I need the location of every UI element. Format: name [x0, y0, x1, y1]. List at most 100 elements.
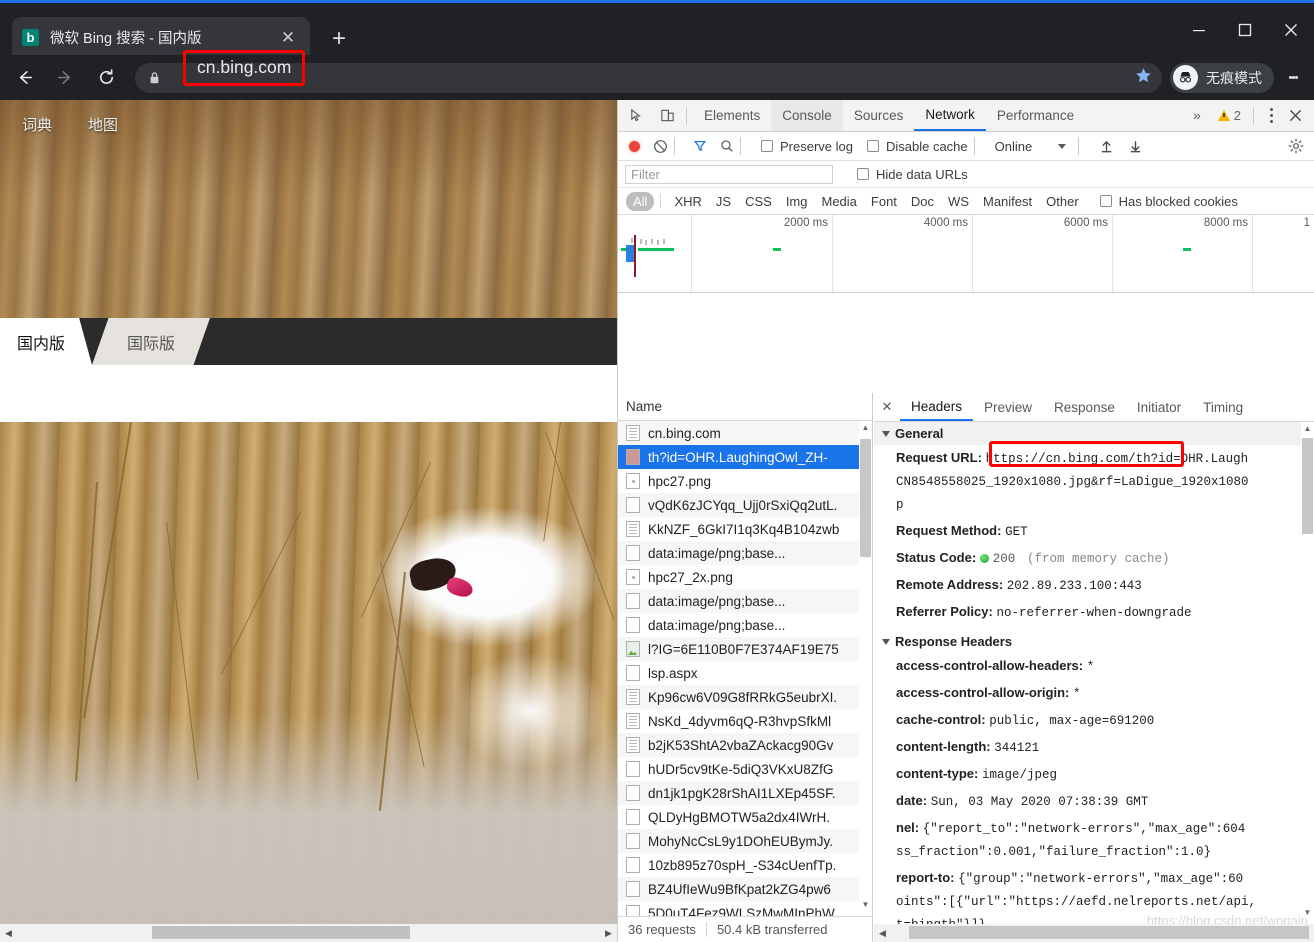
request-list-header[interactable]: Name: [618, 393, 872, 421]
table-row[interactable]: cn.bing.com: [618, 421, 872, 445]
device-toolbar-icon[interactable]: [654, 103, 680, 129]
table-row[interactable]: data:image/png;base...: [618, 613, 872, 637]
detail-horizontal-scrollbar[interactable]: ◀ ▶: [874, 924, 1314, 942]
type-filter-img[interactable]: Img: [779, 192, 815, 211]
scroll-left-arrow-icon[interactable]: ◀: [874, 924, 891, 942]
table-row[interactable]: b2jK53ShtA2vbaZAckacg90Gv: [618, 733, 872, 757]
table-row[interactable]: hpc27.png: [618, 469, 872, 493]
page-horizontal-scrollbar[interactable]: ◀ ▶: [0, 924, 617, 942]
more-panels-icon[interactable]: »: [1182, 100, 1212, 131]
type-filter-css[interactable]: CSS: [738, 192, 779, 211]
warning-count-badge[interactable]: 2: [1217, 108, 1241, 123]
scrollbar-thumb[interactable]: [1302, 438, 1313, 534]
tab-performance[interactable]: Performance: [986, 100, 1085, 131]
chevron-down-icon[interactable]: [1058, 143, 1067, 149]
table-row[interactable]: hpc27_2x.png: [618, 565, 872, 589]
type-filter-xhr[interactable]: XHR: [667, 192, 708, 211]
tab-headers[interactable]: Headers: [900, 393, 974, 421]
scroll-right-arrow-icon[interactable]: ▶: [600, 924, 617, 942]
filter-input[interactable]: Filter: [625, 164, 833, 184]
scroll-up-arrow-icon[interactable]: ▲: [1302, 424, 1313, 438]
clear-network-icon[interactable]: [653, 139, 668, 154]
response-headers-section-header[interactable]: Response Headers: [874, 630, 1314, 653]
checkbox-box[interactable]: [857, 168, 869, 180]
maximize-window-icon[interactable]: [1222, 6, 1268, 54]
record-stop-icon[interactable]: [629, 140, 640, 152]
close-devtools-icon[interactable]: [1282, 103, 1308, 129]
minimize-window-icon[interactable]: [1176, 6, 1222, 54]
tab-international-edition[interactable]: 国际版: [92, 318, 210, 365]
tab-network[interactable]: Network: [914, 100, 986, 131]
hero-nav-item-dictionary[interactable]: 词典: [22, 114, 52, 135]
funnel-filter-icon[interactable]: [693, 139, 707, 153]
incognito-indicator[interactable]: 无痕模式: [1170, 62, 1274, 93]
table-row[interactable]: 5D0uT4Fez9WLSzMwMInPhW: [618, 901, 872, 916]
table-row[interactable]: lsp.aspx: [618, 661, 872, 685]
network-throttling-select[interactable]: Online: [995, 139, 1067, 154]
network-overview-timeline[interactable]: 2000 ms 4000 ms 6000 ms 8000 ms 1: [618, 215, 1314, 293]
chevron-down-icon[interactable]: [882, 430, 890, 437]
table-row[interactable]: Kp96cw6V09G8fRRkG5eubrXI.: [618, 685, 872, 709]
checkbox-box[interactable]: [866, 140, 879, 152]
tab-initiator[interactable]: Initiator: [1126, 393, 1192, 421]
type-filter-media[interactable]: Media: [814, 192, 863, 211]
chevron-down-icon[interactable]: [882, 638, 890, 645]
type-filter-manifest[interactable]: Manifest: [976, 192, 1039, 211]
table-row[interactable]: vQdK6zJCYqq_Ujj0rSxiQq2utL.: [618, 493, 872, 517]
hero-nav-item-maps[interactable]: 地图: [88, 114, 118, 135]
tab-domestic-edition[interactable]: 国内版: [0, 318, 92, 365]
type-filter-font[interactable]: Font: [864, 192, 904, 211]
disable-cache-checkbox[interactable]: Disable cache: [866, 139, 968, 154]
scrollbar-thumb[interactable]: [909, 926, 1309, 939]
forward-button-icon[interactable]: [48, 61, 82, 95]
scroll-down-arrow-icon[interactable]: ▼: [860, 900, 871, 914]
table-row[interactable]: MohyNcCsL9y1DOhEUBymJy.: [618, 829, 872, 853]
address-bar[interactable]: cn.bing.com: [135, 49, 1162, 93]
search-icon[interactable]: [720, 139, 734, 153]
tab-preview[interactable]: Preview: [973, 393, 1043, 421]
table-row-selected[interactable]: th?id=OHR.LaughingOwl_ZH-: [618, 445, 872, 469]
chrome-menu-icon[interactable]: [1278, 75, 1308, 81]
type-filter-js[interactable]: JS: [709, 192, 738, 211]
scroll-up-arrow-icon[interactable]: ▲: [860, 423, 871, 437]
scrollbar-thumb[interactable]: [860, 439, 871, 557]
type-filter-other[interactable]: Other: [1039, 192, 1086, 211]
table-row[interactable]: data:image/png;base...: [618, 541, 872, 565]
bookmark-star-icon[interactable]: [1135, 67, 1152, 89]
new-tab-button[interactable]: +: [325, 26, 353, 54]
inspect-element-icon[interactable]: [623, 103, 649, 129]
reload-button-icon[interactable]: [89, 61, 123, 95]
scrollbar-thumb[interactable]: [152, 926, 410, 939]
table-row[interactable]: KkNZF_6GkI7I1q3Kq4B104zwb: [618, 517, 872, 541]
import-har-icon[interactable]: [1099, 139, 1114, 154]
type-filter-ws[interactable]: WS: [941, 192, 976, 211]
close-window-icon[interactable]: [1268, 6, 1314, 54]
export-har-icon[interactable]: [1128, 139, 1143, 154]
table-row[interactable]: l?IG=6E110B0F7E374AF19E75: [618, 637, 872, 661]
close-detail-icon[interactable]: ✕: [874, 399, 900, 415]
request-list-scrollbar[interactable]: ▲ ▼: [859, 421, 872, 916]
tab-console[interactable]: Console: [771, 100, 843, 131]
request-rows[interactable]: cn.bing.com th?id=OHR.LaughingOwl_ZH- hp…: [618, 421, 872, 916]
table-row[interactable]: 10zb895z70spH_-S34cUenfTp.: [618, 853, 872, 877]
hide-data-urls-checkbox[interactable]: Hide data URLs: [857, 167, 968, 182]
general-section-header[interactable]: General: [874, 422, 1314, 445]
tab-sources[interactable]: Sources: [843, 100, 915, 131]
detail-vertical-scrollbar[interactable]: ▲ ▼: [1301, 422, 1314, 924]
close-tab-icon[interactable]: ✕: [276, 26, 300, 50]
table-row[interactable]: BZ4UfIeWu9BfKpat2kZG4pw6: [618, 877, 872, 901]
checkbox-box[interactable]: [1099, 195, 1112, 207]
table-row[interactable]: QLDyHgBMOTW5a2dx4IWrH.: [618, 805, 872, 829]
table-row[interactable]: data:image/png;base...: [618, 589, 872, 613]
scrollbar-track[interactable]: [17, 924, 600, 942]
checkbox-box[interactable]: [761, 140, 773, 152]
preserve-log-checkbox[interactable]: Preserve log: [761, 139, 853, 154]
tab-elements[interactable]: Elements: [693, 100, 771, 131]
scrollbar-track[interactable]: [891, 924, 1309, 942]
type-filter-all[interactable]: All: [626, 191, 655, 211]
scroll-left-arrow-icon[interactable]: ◀: [0, 924, 17, 942]
devtools-menu-icon[interactable]: [1260, 107, 1282, 124]
has-blocked-cookies-checkbox[interactable]: Has blocked cookies: [1099, 194, 1238, 209]
back-button-icon[interactable]: [7, 61, 41, 95]
gear-icon[interactable]: [1288, 138, 1304, 154]
